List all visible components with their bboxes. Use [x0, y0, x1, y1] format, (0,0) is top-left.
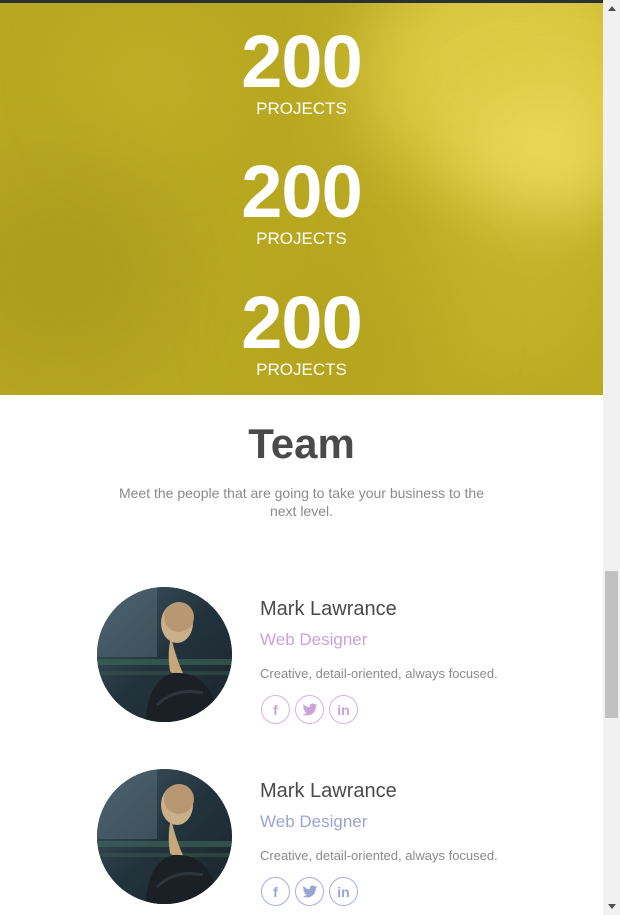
social-links: f in: [261, 695, 358, 724]
member-name: Mark Lawrance: [260, 598, 397, 620]
counter-label: PROJECTS: [256, 99, 347, 118]
member-name: Mark Lawrance: [260, 780, 397, 802]
avatar-photo: [97, 587, 232, 722]
scroll-up-button[interactable]: [603, 0, 620, 17]
counter-label: PROJECTS: [256, 360, 347, 379]
linkedin-icon[interactable]: in: [329, 695, 358, 724]
avatar-photo: [97, 769, 232, 904]
member-role: Web Designer: [260, 630, 368, 649]
facebook-icon[interactable]: f: [261, 877, 290, 906]
team-member-card: Mark Lawrance Web Designer Creative, det…: [97, 587, 547, 727]
team-title: Team: [248, 420, 355, 467]
arrow-down-icon: [607, 904, 616, 909]
avatar: [97, 587, 232, 722]
counter-projects-1: 200 PROJECTS: [0, 25, 603, 119]
avatar: [97, 769, 232, 904]
counter-value: 200: [241, 281, 362, 364]
counter-projects-2: 200 PROJECTS: [0, 155, 603, 249]
facebook-icon[interactable]: f: [261, 695, 290, 724]
social-links: f in: [261, 877, 358, 906]
twitter-bird-icon: [302, 885, 317, 897]
page: 200 PROJECTS 200 PROJECTS 200 PROJECTS T…: [0, 0, 603, 915]
linkedin-icon[interactable]: in: [329, 877, 358, 906]
team-member-card: Mark Lawrance Web Designer Creative, det…: [97, 769, 547, 909]
member-description: Creative, detail-oriented, always focuse…: [260, 848, 498, 863]
twitter-bird-icon: [302, 703, 317, 715]
member-role: Web Designer: [260, 812, 368, 831]
scroll-down-button[interactable]: [603, 898, 620, 915]
stats-section: 200 PROJECTS 200 PROJECTS 200 PROJECTS: [0, 3, 603, 395]
counter-value: 200: [241, 150, 362, 233]
member-description: Creative, detail-oriented, always focuse…: [260, 666, 498, 681]
counter-value: 200: [241, 20, 362, 103]
counter-projects-3: 200 PROJECTS: [0, 286, 603, 380]
counter-label: PROJECTS: [256, 229, 347, 248]
team-subtitle: Meet the people that are going to take y…: [118, 485, 485, 519]
twitter-icon[interactable]: [295, 695, 324, 724]
vertical-scrollbar[interactable]: [603, 0, 620, 915]
twitter-icon[interactable]: [295, 877, 324, 906]
arrow-up-icon: [607, 6, 616, 11]
scrollbar-thumb[interactable]: [605, 571, 618, 718]
